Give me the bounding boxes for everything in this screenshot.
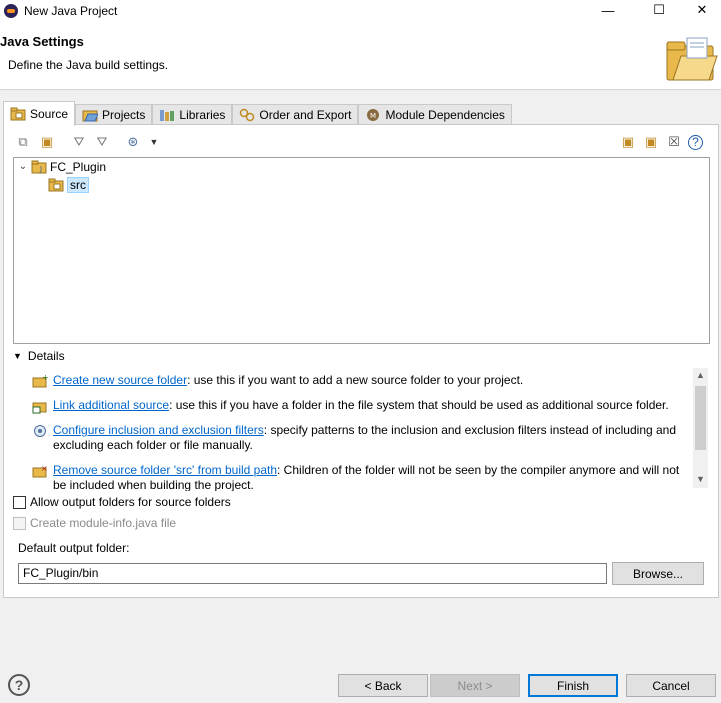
browse-button[interactable]: Browse...: [612, 562, 704, 585]
details-section-header[interactable]: ▼ Details: [13, 349, 65, 363]
tab-module-dependencies-label: Module Dependencies: [385, 108, 505, 122]
tab-libraries-label: Libraries: [179, 108, 226, 122]
new-folder-icon[interactable]: ▣: [619, 134, 637, 150]
link-source-icon[interactable]: ⧉: [14, 134, 32, 150]
tab-projects[interactable]: Projects: [75, 104, 153, 125]
svg-text:M: M: [370, 112, 376, 120]
filter-config-icon: [34, 425, 46, 437]
tree-item-project[interactable]: ⌄ J FC_Plugin: [18, 158, 106, 175]
tab-order-and-export-label: Order and Export: [259, 108, 352, 122]
configure-filters-link[interactable]: Configure inclusion and exclusion filter…: [53, 423, 264, 437]
remove-folder-link[interactable]: Remove source folder 'src' from build pa…: [53, 463, 277, 477]
tree-item-src[interactable]: src: [48, 176, 89, 193]
svg-text:×: ×: [41, 464, 48, 473]
project-name: FC_Plugin: [50, 159, 107, 174]
help-button[interactable]: ?: [8, 674, 30, 696]
default-output-folder-label: Default output folder:: [18, 541, 130, 555]
create-folder-link[interactable]: Create new source folder: [53, 373, 187, 387]
tab-source[interactable]: Source: [3, 101, 76, 126]
svg-text:J: J: [39, 165, 42, 173]
new-source-folder-icon: +: [32, 373, 48, 388]
order-export-icon: [240, 108, 255, 122]
details-scrollbar[interactable]: ▲ ▼: [693, 368, 708, 488]
next-button: Next >: [430, 674, 520, 697]
create-module-info-box: [13, 516, 26, 530]
configure-icon[interactable]: ⊛: [124, 134, 142, 150]
create-module-info-label: Create module-info.java file: [30, 516, 177, 530]
package-folder-icon: [48, 178, 64, 191]
filter-icon[interactable]: ⛛: [70, 134, 88, 150]
java-project-icon: J: [31, 160, 47, 173]
eclipse-icon: [4, 4, 18, 18]
details-title: Details: [27, 349, 65, 363]
close-button[interactable]: ✕: [683, 0, 721, 20]
projects-folder-icon: [82, 110, 99, 122]
detail-remove-folder: × Remove source folder 'src' from build …: [32, 463, 690, 491]
tab-bar: Source Projects Libraries Order and Expo…: [3, 101, 512, 126]
allow-output-folders-label: Allow output folders for source folders: [30, 495, 231, 509]
tab-libraries[interactable]: Libraries: [152, 104, 233, 125]
page-title: Java Settings: [0, 34, 84, 49]
page-description: Define the Java build settings.: [8, 58, 169, 72]
tab-source-label: Source: [30, 107, 69, 121]
detail-configure-filters: Configure inclusion and exclusion filter…: [32, 423, 690, 453]
create-folder-text: : use this if you want to add a new sour…: [187, 373, 524, 387]
remove-folder-icon: ×: [32, 464, 48, 478]
src-folder-label: src: [67, 176, 89, 193]
scroll-thumb[interactable]: [695, 386, 706, 450]
back-button[interactable]: < Back: [338, 674, 428, 697]
allow-output-folders-box[interactable]: [13, 495, 26, 509]
default-output-folder-input[interactable]: FC_Plugin/bin: [18, 563, 607, 584]
cancel-button[interactable]: Cancel: [626, 674, 716, 697]
scroll-up-icon[interactable]: ▲: [693, 370, 708, 380]
libraries-icon: [160, 110, 175, 121]
maximize-button[interactable]: ☐: [636, 0, 682, 20]
add-folder-icon[interactable]: ▣: [38, 134, 56, 150]
folder-up-icon[interactable]: ▣: [642, 134, 660, 150]
tab-order-and-export[interactable]: Order and Export: [232, 104, 359, 125]
source-folder-icon: [10, 107, 26, 121]
detail-create-folder: + Create new source folder: use this if …: [32, 373, 690, 389]
window-title: New Java Project: [24, 4, 118, 18]
tab-projects-label: Projects: [102, 108, 146, 122]
link-source-text: : use this if you have a folder in the f…: [169, 398, 669, 412]
title-bar: New Java Project — ☐ ✕: [0, 0, 721, 22]
folder-banner-icon: [666, 37, 718, 81]
chevron-down-icon[interactable]: ⌄: [18, 161, 28, 172]
source-tab-panel: ⧉ ▣ ⛛ ⛛ ⊛ ▼ ▣ ▣ ☒ ? ⌄ J FC_Plugin src ▼ …: [3, 124, 719, 598]
link-folder-icon: [32, 402, 47, 414]
svg-text:+: +: [42, 373, 48, 382]
source-folder-tree[interactable]: ⌄ J FC_Plugin src: [13, 157, 710, 344]
link-source-link[interactable]: Link additional source: [53, 398, 169, 412]
allow-output-folders-checkbox[interactable]: Allow output folders for source folders: [13, 495, 231, 509]
source-toolbar: ⧉ ▣ ⛛ ⛛ ⊛ ▼ ▣ ▣ ☒ ?: [4, 125, 718, 155]
module-icon: M: [367, 109, 380, 121]
collapse-arrow-icon[interactable]: ▼: [13, 351, 22, 361]
tab-module-dependencies[interactable]: M Module Dependencies: [358, 104, 512, 125]
dropdown-arrow-icon[interactable]: ▼: [145, 134, 163, 150]
filter-edit-icon[interactable]: ⛛: [93, 134, 111, 150]
details-content: + Create new source folder: use this if …: [32, 369, 692, 491]
help-icon[interactable]: ?: [688, 135, 703, 150]
scroll-down-icon[interactable]: ▼: [693, 474, 708, 484]
finish-button[interactable]: Finish: [528, 674, 618, 697]
remove-icon[interactable]: ☒: [665, 134, 683, 150]
create-module-info-checkbox: Create module-info.java file: [13, 516, 176, 530]
minimize-button[interactable]: —: [585, 0, 631, 20]
detail-link-source: Link additional source: use this if you …: [32, 398, 690, 414]
wizard-header: Java Settings Define the Java build sett…: [0, 22, 721, 90]
